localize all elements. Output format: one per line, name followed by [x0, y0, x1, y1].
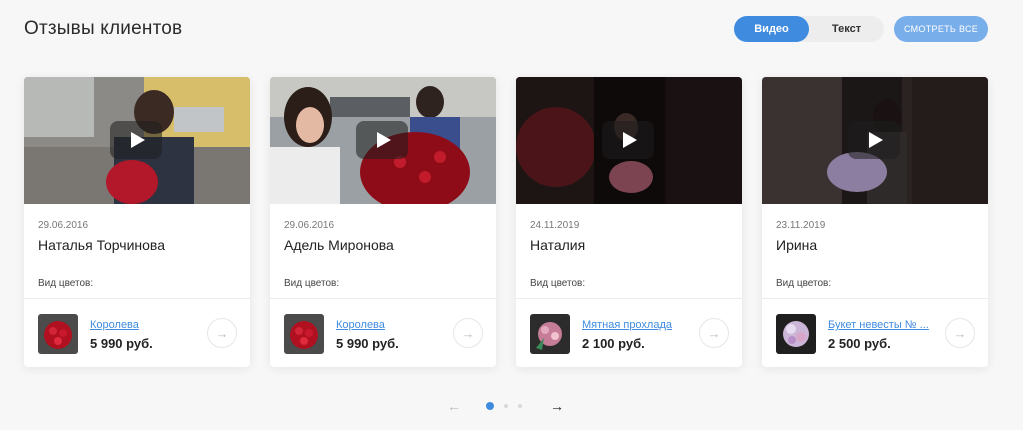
carousel-next-button[interactable]: → — [550, 398, 564, 414]
play-icon[interactable] — [356, 121, 408, 159]
arrow-right-icon[interactable]: → — [207, 318, 237, 348]
video-thumbnail[interactable] — [24, 77, 250, 204]
see-all-button[interactable]: СМОТРЕТЬ ВСЕ — [894, 16, 988, 42]
review-card: 29.06.2016 Наталья Торчинова Вид цветов:… — [24, 77, 250, 367]
product-image[interactable] — [38, 314, 78, 354]
toggle-text-button[interactable]: Текст — [809, 16, 884, 42]
flower-type-label: Вид цветов: — [38, 278, 94, 289]
play-icon[interactable] — [110, 121, 162, 159]
product-image[interactable] — [776, 314, 816, 354]
video-thumbnail[interactable] — [270, 77, 496, 212]
review-date: 29.06.2016 — [38, 220, 89, 231]
flower-type-label: Вид цветов: — [530, 278, 586, 289]
divider — [270, 298, 496, 299]
toggle-video-button[interactable]: Видео — [734, 16, 809, 42]
product-link[interactable]: Букет невесты № ... — [828, 319, 948, 331]
video-thumbnail[interactable] — [516, 77, 742, 204]
product-price: 2 500 руб. — [828, 336, 891, 351]
reviewer-name: Ирина — [776, 237, 818, 253]
review-card: 23.11.2019 Ирина Вид цветов: Букет невес… — [762, 77, 988, 367]
flower-type-label: Вид цветов: — [284, 278, 340, 289]
arrow-right-icon[interactable]: → — [453, 318, 483, 348]
product-image[interactable] — [530, 314, 570, 354]
reviewer-name: Адель Миронова — [284, 237, 394, 253]
flower-type-label: Вид цветов: — [776, 278, 832, 289]
review-date: 24.11.2019 — [530, 220, 580, 231]
pagination-dot-active[interactable] — [486, 402, 494, 410]
product-link[interactable]: Мятная прохлада — [582, 319, 702, 331]
arrow-right-icon[interactable]: → — [945, 318, 975, 348]
product-price: 5 990 руб. — [90, 336, 153, 351]
product-link[interactable]: Королева — [90, 319, 210, 331]
divider — [762, 298, 988, 299]
pagination-dot[interactable] — [518, 404, 522, 408]
reviewer-name: Наталья Торчинова — [38, 237, 165, 253]
review-date: 23.11.2019 — [776, 220, 826, 231]
product-image[interactable] — [284, 314, 324, 354]
divider — [24, 298, 250, 299]
review-date: 29.06.2016 — [284, 220, 335, 231]
review-type-toggle: Видео Текст — [734, 16, 884, 42]
divider — [516, 298, 742, 299]
play-icon[interactable] — [602, 121, 654, 159]
section-title: Отзывы клиентов — [24, 18, 183, 39]
play-icon[interactable] — [848, 121, 900, 159]
arrow-right-icon[interactable]: → — [699, 318, 729, 348]
review-card: 29.06.2016 Адель Миронова Вид цветов: Ко… — [270, 77, 496, 367]
product-price: 5 990 руб. — [336, 336, 399, 351]
carousel-prev-button[interactable]: ← — [447, 398, 461, 414]
product-price: 2 100 руб. — [582, 336, 645, 351]
review-card: 24.11.2019 Наталия Вид цветов: Мятная пр… — [516, 77, 742, 367]
product-link[interactable]: Королева — [336, 319, 456, 331]
pagination-dot[interactable] — [504, 404, 508, 408]
video-thumbnail[interactable] — [762, 77, 988, 204]
reviewer-name: Наталия — [530, 237, 586, 253]
